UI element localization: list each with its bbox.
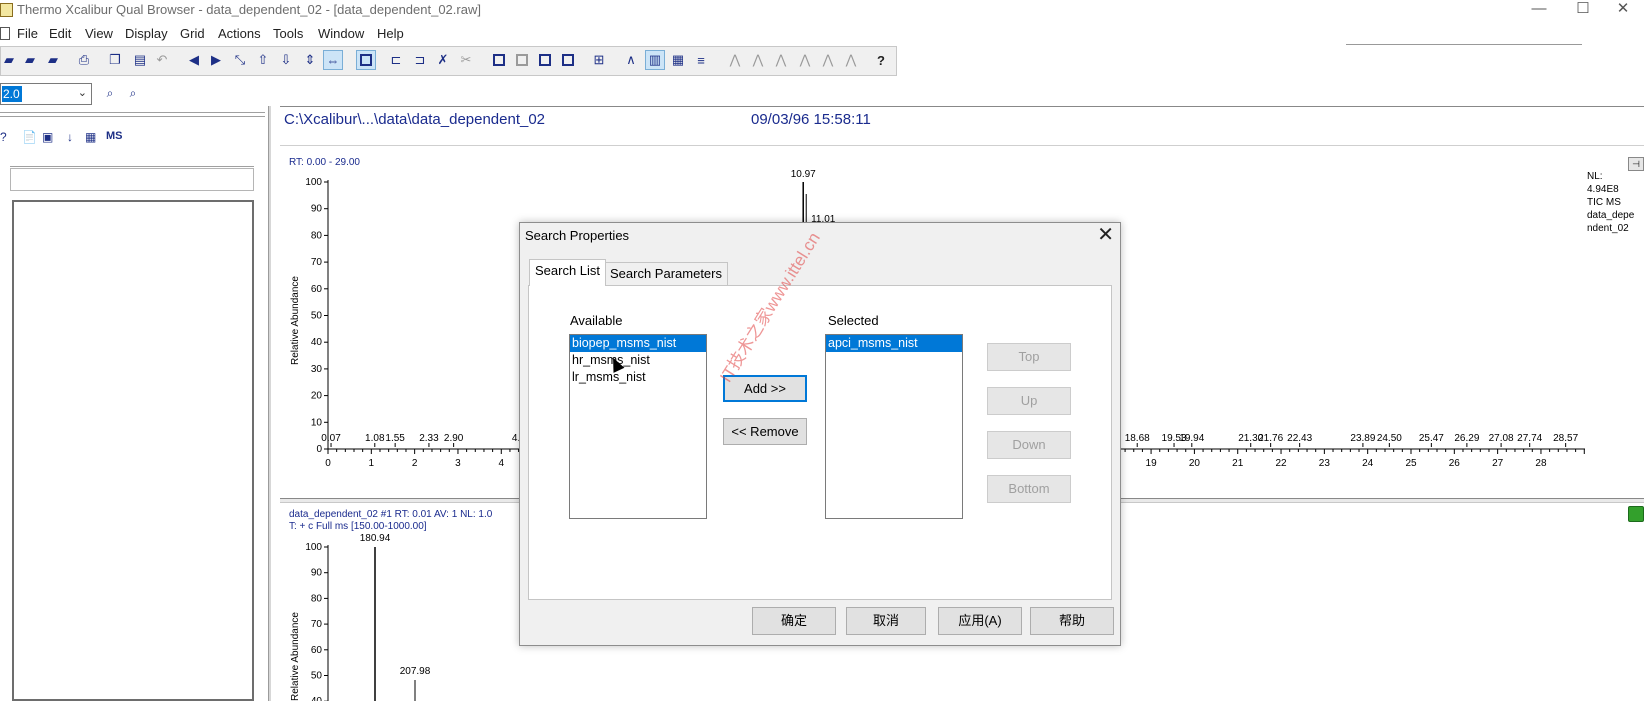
x-tick-label: 21 xyxy=(1232,458,1244,469)
y-tick-label: 50 xyxy=(311,311,323,322)
peak-label: 1.55 xyxy=(385,433,405,444)
top-button[interactable]: Top xyxy=(987,343,1071,371)
add-button[interactable]: Add >> xyxy=(723,375,807,402)
bottom-button[interactable]: Bottom xyxy=(987,475,1071,503)
peak-label: 1.08 xyxy=(365,433,385,444)
y-tick-label: 60 xyxy=(311,284,323,295)
down-button[interactable]: Down xyxy=(987,431,1071,459)
tab-search-parameters[interactable]: Search Parameters xyxy=(604,262,728,286)
x-tick-label: 19 xyxy=(1146,458,1158,469)
selected-label: Selected xyxy=(828,313,879,328)
peak-label: 25.47 xyxy=(1419,433,1444,444)
peak-label: 28.57 xyxy=(1553,433,1578,444)
x-tick-label: 27 xyxy=(1492,458,1504,469)
peak-label: 24.50 xyxy=(1377,433,1402,444)
apply-button[interactable]: 应用(A) xyxy=(938,607,1022,635)
peak-label: 19.94 xyxy=(1179,433,1204,444)
x-tick-label: 25 xyxy=(1405,458,1417,469)
list-item[interactable]: apci_msms_nist xyxy=(826,335,962,352)
y-tick-label: 10 xyxy=(311,417,323,428)
chrom-y-axis: 1009080706050403020100 xyxy=(305,177,329,455)
x-tick-label: 22 xyxy=(1275,458,1287,469)
available-list[interactable]: biopep_msms_nist hr_msms_nist lr_msms_ni… xyxy=(569,334,707,519)
help-button[interactable]: 帮助 xyxy=(1030,607,1114,635)
y-tick-label: 70 xyxy=(311,619,323,630)
x-tick-label: 23 xyxy=(1319,458,1331,469)
y-tick-label: 60 xyxy=(311,645,323,656)
peak-label: 23.89 xyxy=(1350,433,1375,444)
list-item[interactable]: biopep_msms_nist xyxy=(570,335,706,352)
main-peak-label: 10.97 xyxy=(791,169,816,180)
selected-list[interactable]: apci_msms_nist xyxy=(825,334,963,519)
ok-button[interactable]: 确定 xyxy=(752,607,836,635)
y-tick-label: 20 xyxy=(311,391,323,402)
peak-label: 21.76 xyxy=(1258,433,1283,444)
search-list-panel: Available Selected biopep_msms_nist hr_m… xyxy=(528,285,1112,600)
x-tick-label: 26 xyxy=(1449,458,1461,469)
y-tick-label: 80 xyxy=(311,593,323,604)
spectrum-ylabel: Relative Abundance xyxy=(290,612,301,701)
y-tick-label: 90 xyxy=(311,568,323,579)
close-icon[interactable]: ✕ xyxy=(1097,223,1114,247)
x-tick-label: 20 xyxy=(1189,458,1201,469)
available-label: Available xyxy=(570,313,623,328)
y-tick-label: 40 xyxy=(311,696,323,701)
dialog-title: Search Properties xyxy=(525,228,630,243)
up-button[interactable]: Up xyxy=(987,387,1071,415)
y-tick-label: 70 xyxy=(311,257,323,268)
x-tick-label: 24 xyxy=(1362,458,1374,469)
y-tick-label: 50 xyxy=(311,671,323,682)
x-tick-label: 2 xyxy=(412,458,418,469)
peak-label: 27.74 xyxy=(1517,433,1542,444)
peak-label: 18.68 xyxy=(1125,433,1150,444)
spectrum-peak-label: 180.94 xyxy=(360,533,391,544)
peak-label: 2.33 xyxy=(419,433,439,444)
y-tick-label: 30 xyxy=(311,364,323,375)
spectrum-peaks: 180.94 207.98 xyxy=(360,533,431,701)
spectrum-header-line2: T: + c Full ms [150.00-1000.00] xyxy=(289,521,427,532)
spectrum-header-line1: data_dependent_02 #1 RT: 0.01 AV: 1 NL: … xyxy=(289,509,493,520)
x-tick-label: 0 xyxy=(325,458,331,469)
spectrum-peak-label: 207.98 xyxy=(400,666,431,677)
search-properties-dialog: Search Properties ✕ Search List Search P… xyxy=(519,222,1121,646)
peak-label: 0.07 xyxy=(321,433,341,444)
peak-label: 27.08 xyxy=(1489,433,1514,444)
y-tick-label: 90 xyxy=(311,204,323,215)
spectrum-pin-icon[interactable] xyxy=(1628,506,1644,522)
y-tick-label: 0 xyxy=(316,444,322,455)
y-tick-label: 100 xyxy=(305,177,322,188)
cancel-button[interactable]: 取消 xyxy=(846,607,926,635)
peak-label: 2.90 xyxy=(444,433,464,444)
spectrum-y-axis: 100 90 80 70 60 50 40 xyxy=(305,542,329,701)
x-tick-label: 28 xyxy=(1535,458,1547,469)
list-item[interactable]: lr_msms_nist xyxy=(570,369,706,386)
peak-label: 26.29 xyxy=(1454,433,1479,444)
x-tick-label: 1 xyxy=(369,458,375,469)
list-item[interactable]: hr_msms_nist xyxy=(570,352,706,369)
y-tick-label: 100 xyxy=(305,542,322,553)
y-tick-label: 40 xyxy=(311,337,323,348)
x-tick-label: 4 xyxy=(498,458,504,469)
x-tick-label: 3 xyxy=(455,458,461,469)
y-tick-label: 80 xyxy=(311,230,323,241)
tab-search-list[interactable]: Search List xyxy=(529,259,607,286)
peak-label: 22.43 xyxy=(1287,433,1312,444)
remove-button[interactable]: << Remove xyxy=(723,418,807,445)
